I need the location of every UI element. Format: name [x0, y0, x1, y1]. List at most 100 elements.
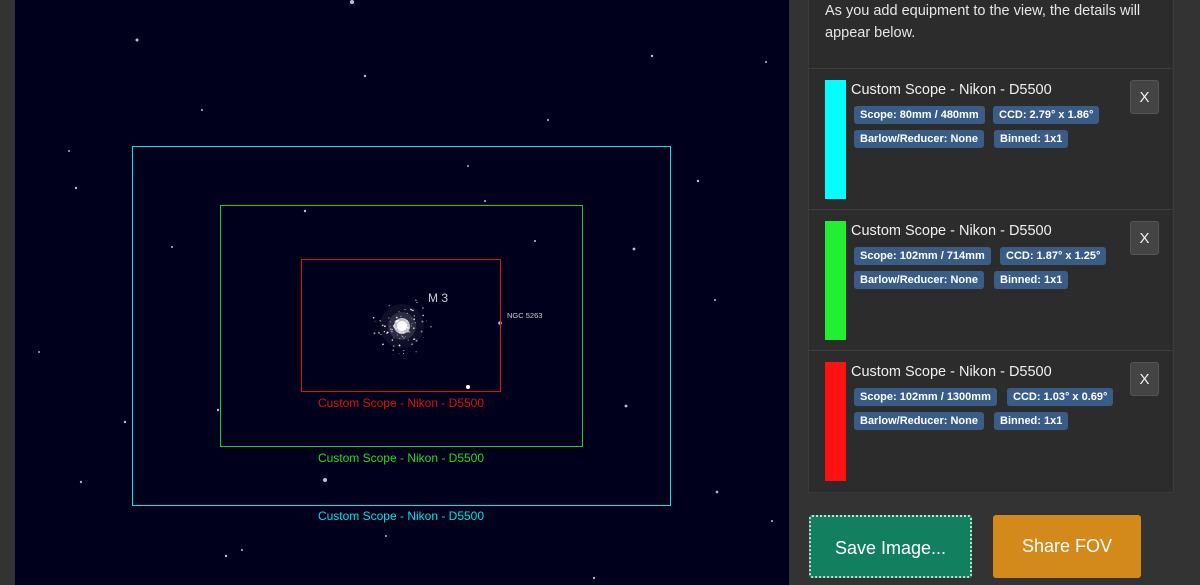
- cluster-star: [402, 331, 405, 334]
- cluster-star: [406, 319, 408, 322]
- cluster-star: [392, 324, 395, 327]
- cluster-star: [394, 321, 396, 323]
- cluster-star: [398, 330, 400, 331]
- cluster-star: [403, 349, 405, 352]
- cluster-star: [391, 330, 393, 333]
- star: [123, 420, 127, 424]
- cluster-star: [411, 322, 413, 324]
- cluster-star: [400, 324, 403, 326]
- cluster-star: [405, 321, 407, 324]
- cluster-star: [413, 338, 415, 341]
- cluster-star: [430, 325, 432, 328]
- scope-badge: Scope: 80mm / 480mm: [854, 106, 985, 124]
- star: [385, 535, 387, 537]
- fov-label-2: Custom Scope - Nikon - D5500: [318, 451, 484, 465]
- cluster-star: [400, 328, 403, 330]
- binned-badge: Binned: 1x1: [994, 412, 1069, 430]
- cluster-star: [403, 352, 405, 355]
- cluster-star: [385, 332, 388, 335]
- cluster-star: [380, 333, 382, 336]
- star: [714, 299, 716, 301]
- ccd-badge: CCD: 1.03° x 0.69°: [1007, 388, 1114, 406]
- cluster-star: [381, 324, 384, 327]
- cluster-star: [396, 320, 399, 322]
- cluster-star: [374, 320, 376, 322]
- background-stars: [38, 0, 773, 580]
- cluster-star: [400, 315, 402, 317]
- cluster-star: [372, 317, 375, 319]
- cluster-star: [415, 339, 418, 342]
- object-label-ngc5263: NGC 5263: [507, 311, 542, 320]
- star: [592, 576, 596, 580]
- cluster-star: [393, 345, 395, 347]
- cluster-star: [391, 339, 394, 341]
- equipment-item: Custom Scope - Nikon - D5500 Scope: 80mm…: [809, 68, 1173, 209]
- star: [624, 404, 628, 408]
- barlow-badge: Barlow/Reducer: None: [854, 412, 984, 430]
- cluster-star: [397, 325, 400, 328]
- fov-label-1: Custom Scope - Nikon - D5500: [318, 509, 484, 523]
- cluster-star: [410, 308, 413, 311]
- cluster-star: [404, 326, 406, 328]
- star: [216, 408, 220, 412]
- star: [38, 351, 40, 353]
- fov-label-3: Custom Scope - Nikon - D5500: [318, 396, 484, 410]
- cluster-star: [383, 331, 385, 333]
- cluster-star: [402, 323, 404, 325]
- cluster-star: [404, 309, 406, 311]
- panel-intro-text: As you add equipment to the view, the de…: [825, 3, 1141, 41]
- cluster-star: [390, 329, 392, 331]
- equipment-title: Custom Scope - Nikon - D5500: [851, 223, 1052, 239]
- remove-equipment-button[interactable]: X: [1130, 362, 1159, 396]
- color-swatch: [825, 221, 846, 340]
- cluster-star: [390, 321, 392, 323]
- cluster-star: [422, 307, 424, 309]
- cluster-star: [401, 335, 404, 338]
- sky-view[interactable]: M 3 NGC 5263 Custom Scope - Nikon - D550…: [15, 0, 789, 585]
- star: [303, 209, 307, 213]
- cluster-star: [378, 332, 381, 334]
- cluster-star: [379, 319, 382, 322]
- cluster-star: [403, 318, 405, 320]
- binned-badge: Binned: 1x1: [994, 130, 1069, 148]
- cluster-star: [403, 329, 405, 331]
- cluster-star: [414, 322, 416, 324]
- remove-equipment-button[interactable]: X: [1130, 221, 1159, 255]
- equipment-item: Custom Scope - Nikon - D5500 Scope: 102m…: [809, 209, 1173, 350]
- save-image-button[interactable]: Save Image...: [809, 515, 972, 578]
- cluster-star: [399, 327, 401, 330]
- cluster-star: [394, 324, 396, 326]
- scope-badge: Scope: 102mm / 1300mm: [854, 388, 997, 406]
- cluster-star: [373, 332, 376, 335]
- star: [715, 490, 719, 494]
- m3-cluster: [372, 299, 432, 356]
- ccd-badge: CCD: 2.79° x 1.86°: [993, 106, 1100, 124]
- barlow-badge: Barlow/Reducer: None: [854, 130, 984, 148]
- cluster-star: [398, 331, 401, 334]
- remove-equipment-button[interactable]: X: [1130, 80, 1159, 114]
- star: [467, 165, 469, 167]
- cluster-star: [420, 330, 423, 333]
- cluster-star: [413, 315, 415, 317]
- scope-badge: Scope: 102mm / 714mm: [854, 247, 991, 265]
- cluster-star: [406, 312, 409, 315]
- cluster-star: [398, 311, 400, 313]
- star: [484, 200, 486, 202]
- cluster-star: [398, 344, 401, 347]
- cluster-star: [403, 337, 405, 339]
- share-fov-button[interactable]: Share FOV: [993, 515, 1141, 578]
- star: [632, 247, 636, 251]
- cluster-star: [410, 325, 413, 327]
- cluster-star: [395, 316, 398, 319]
- star: [224, 554, 228, 558]
- equipment-title: Custom Scope - Nikon - D5500: [851, 82, 1052, 98]
- star: [79, 480, 83, 484]
- cluster-star: [382, 343, 384, 346]
- cluster-star: [397, 323, 399, 326]
- cluster-star: [423, 336, 425, 338]
- cluster-star: [407, 330, 410, 332]
- star: [696, 179, 700, 183]
- cluster-star: [393, 337, 395, 339]
- cluster-star: [412, 327, 415, 330]
- cluster-star: [393, 326, 395, 329]
